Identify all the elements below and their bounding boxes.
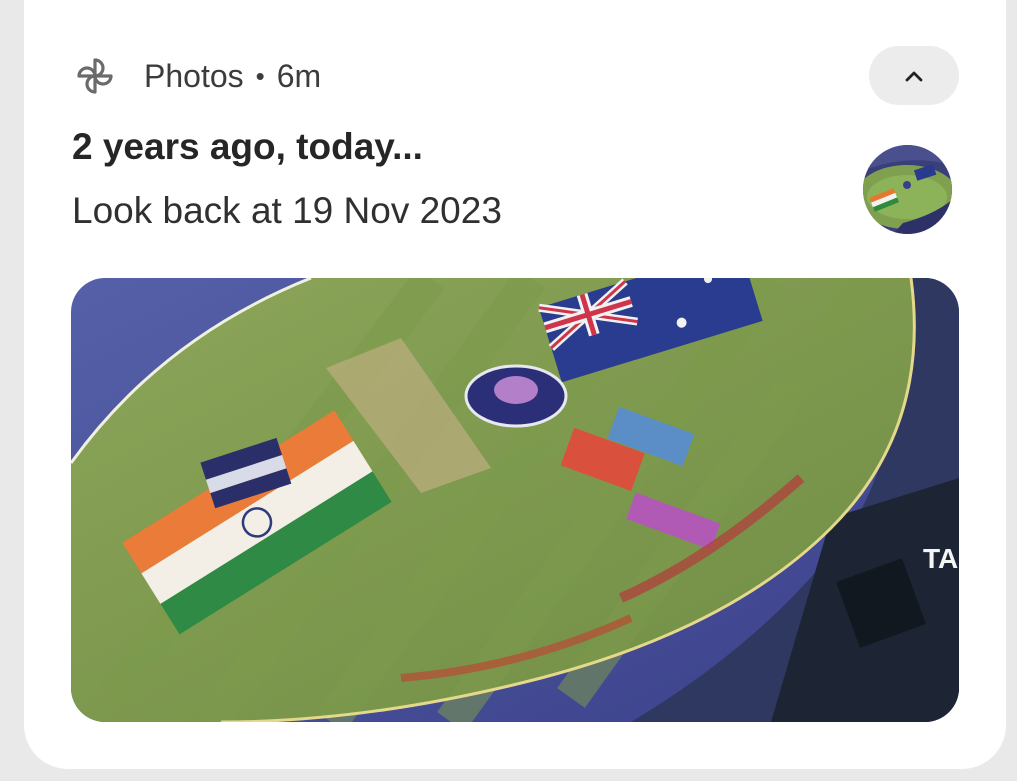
app-name: Photos <box>144 57 244 94</box>
svg-text:TA: TA <box>923 543 958 574</box>
memory-photo[interactable]: TA <box>71 278 959 722</box>
notification-text: Look back at 19 Nov 2023 <box>72 190 502 231</box>
notification-header: Photos • 6m <box>72 54 321 98</box>
notification-card[interactable]: Photos • 6m 2 years ago, today... Look b… <box>24 0 1006 769</box>
collapse-button[interactable] <box>869 46 959 105</box>
chevron-up-icon <box>905 71 923 81</box>
timestamp: 6m <box>276 57 322 94</box>
separator-dot: • <box>255 60 265 91</box>
thumbnail-image <box>863 145 952 234</box>
pinwheel-icon <box>72 53 118 99</box>
notification-title: 2 years ago, today... <box>72 126 423 167</box>
